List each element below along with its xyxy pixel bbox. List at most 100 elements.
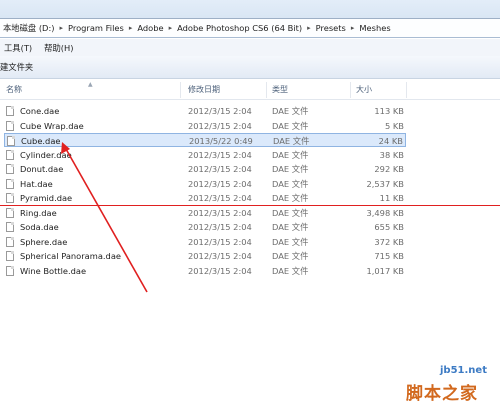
file-size: 1,017 KB <box>366 265 404 276</box>
file-date: 2012/3/15 2:04 <box>188 106 252 116</box>
file-type: DAE 文件 <box>272 149 309 160</box>
file-size: 2,537 KB <box>366 178 404 189</box>
file-name: Pyramid.dae <box>20 193 73 203</box>
file-row[interactable]: Cube.dae 2013/5/22 0:49 DAE 文件 24 KB <box>4 133 406 147</box>
column-divider[interactable] <box>350 82 351 98</box>
file-name: Ring.dae <box>20 207 57 218</box>
file-row[interactable]: Soda.dae 2012/3/15 2:04 DAE 文件 655 KB <box>4 220 406 234</box>
address-bar: 本地磁盘 (D:) ▸ Program Files ▸ Adobe ▸ Adob… <box>0 0 500 38</box>
file-icon <box>6 149 14 160</box>
file-icon <box>6 265 14 276</box>
file-date: 2012/3/15 2:04 <box>188 236 252 247</box>
file-size: 11 KB <box>379 193 404 203</box>
file-size: 24 KB <box>378 136 403 146</box>
file-name: Hat.dae <box>20 178 53 189</box>
breadcrumb-meshes[interactable]: Meshes <box>356 23 393 33</box>
file-icon <box>6 164 14 174</box>
file-row[interactable]: Cylinder.dae 2012/3/15 2:04 DAE 文件 38 KB <box>4 148 406 162</box>
file-size: 372 KB <box>374 236 404 247</box>
sort-up-icon: ▲ <box>88 81 93 88</box>
file-row[interactable]: Ring.dae 2012/3/15 2:04 DAE 文件 3,498 KB <box>4 206 406 220</box>
column-type-header[interactable]: 类型 <box>268 80 288 100</box>
file-name: Sphere.dae <box>20 236 68 247</box>
menu-bar: 工具(T) 帮助(H) <box>0 39 500 56</box>
file-type: DAE 文件 <box>272 164 309 174</box>
file-row[interactable]: Pyramid.dae 2012/3/15 2:04 DAE 文件 11 KB <box>4 191 406 205</box>
menu-help[interactable]: 帮助(H) <box>40 42 81 54</box>
file-date: 2012/3/15 2:04 <box>188 265 252 276</box>
file-size: 3,498 KB <box>366 207 404 218</box>
file-icon <box>6 222 14 232</box>
file-type: DAE 文件 <box>272 265 309 276</box>
file-icon <box>6 178 14 189</box>
column-divider[interactable] <box>266 82 267 98</box>
file-size: 292 KB <box>374 164 404 174</box>
file-name: Donut.dae <box>20 164 64 174</box>
file-name: Cone.dae <box>20 106 60 116</box>
file-name: Soda.dae <box>20 222 59 232</box>
file-type: DAE 文件 <box>272 222 309 232</box>
file-row[interactable]: Wine Bottle.dae 2012/3/15 2:04 DAE 文件 1,017… <box>4 264 406 278</box>
file-icon <box>6 193 14 203</box>
column-divider[interactable] <box>180 82 181 98</box>
file-row[interactable]: Cube Wrap.dae 2012/3/15 2:04 DAE 文件 5 KB <box>4 119 406 133</box>
breadcrumb[interactable]: 本地磁盘 (D:) ▸ Program Files ▸ Adobe ▸ Adob… <box>0 18 500 37</box>
column-header: ▲ 名称 修改日期 类型 大小 <box>0 80 500 100</box>
file-name: Cube Wrap.dae <box>20 120 84 131</box>
file-date: 2012/3/15 2:04 <box>188 164 252 174</box>
file-size: 38 KB <box>379 149 404 160</box>
file-type: DAE 文件 <box>272 106 309 116</box>
file-type: DAE 文件 <box>272 207 309 218</box>
breadcrumb-drive[interactable]: 本地磁盘 (D:) <box>0 22 57 34</box>
breadcrumb-separator-icon[interactable]: ▸ <box>349 24 357 32</box>
new-folder-button[interactable]: 建文件夹 <box>0 61 33 73</box>
breadcrumb-separator-icon[interactable]: ▸ <box>305 24 313 32</box>
file-row[interactable]: Donut.dae 2012/3/15 2:04 DAE 文件 292 KB <box>4 162 406 176</box>
file-icon <box>6 120 14 131</box>
file-date: 2012/3/15 2:04 <box>188 120 252 131</box>
menu-tools[interactable]: 工具(T) <box>0 42 40 54</box>
file-icon <box>6 236 14 247</box>
file-name: Cylinder.dae <box>20 149 72 160</box>
file-icon <box>7 136 15 146</box>
file-type: DAE 文件 <box>272 236 309 247</box>
watermark-logo-text: 脚本之家 <box>406 384 478 404</box>
column-size-header[interactable]: 大小 <box>352 80 372 100</box>
file-date: 2012/3/15 2:04 <box>188 251 252 261</box>
file-size: 113 KB <box>374 106 404 116</box>
breadcrumb-separator-icon[interactable]: ▸ <box>167 24 175 32</box>
breadcrumb-separator-icon[interactable]: ▸ <box>127 24 135 32</box>
file-date: 2012/3/15 2:04 <box>188 207 252 218</box>
file-name: Cube.dae <box>21 136 61 146</box>
file-type: DAE 文件 <box>272 251 309 261</box>
file-row[interactable]: Spherical Panorama.dae 2012/3/15 2:04 DAE … <box>4 249 406 263</box>
breadcrumb-presets[interactable]: Presets <box>313 23 349 33</box>
file-icon <box>6 251 14 261</box>
file-row[interactable]: Hat.dae 2012/3/15 2:04 DAE 文件 2,537 KB <box>4 177 406 191</box>
breadcrumb-program-files[interactable]: Program Files <box>65 23 127 33</box>
file-date: 2012/3/15 2:04 <box>188 222 252 232</box>
column-date-header[interactable]: 修改日期 <box>184 80 220 100</box>
file-type: DAE 文件 <box>272 178 309 189</box>
file-date: 2012/3/15 2:04 <box>188 178 252 189</box>
file-row[interactable]: Sphere.dae 2012/3/15 2:04 DAE 文件 372 KB <box>4 235 406 249</box>
file-date: 2012/3/15 2:04 <box>188 193 252 203</box>
file-type: DAE 文件 <box>272 193 309 203</box>
annotation-line <box>0 205 500 206</box>
file-row[interactable]: Cone.dae 2012/3/15 2:04 DAE 文件 113 KB <box>4 104 406 118</box>
file-size: 655 KB <box>374 222 404 232</box>
breadcrumb-separator-icon[interactable]: ▸ <box>57 24 65 32</box>
file-date: 2013/5/22 0:49 <box>189 136 253 146</box>
watermark-url: jb51.net <box>440 365 487 376</box>
breadcrumb-adobe[interactable]: Adobe <box>134 23 166 33</box>
breadcrumb-photoshop[interactable]: Adobe Photoshop CS6 (64 Bit) <box>174 23 305 33</box>
command-bar: 建文件夹 <box>0 56 500 79</box>
column-divider[interactable] <box>406 82 407 98</box>
column-name-header[interactable]: 名称 <box>2 80 22 100</box>
file-size: 715 KB <box>374 251 404 261</box>
file-icon <box>6 207 14 218</box>
file-icon <box>6 106 14 116</box>
file-size: 5 KB <box>384 120 404 131</box>
file-name: Spherical Panorama.dae <box>20 251 122 261</box>
file-type: DAE 文件 <box>272 120 309 131</box>
